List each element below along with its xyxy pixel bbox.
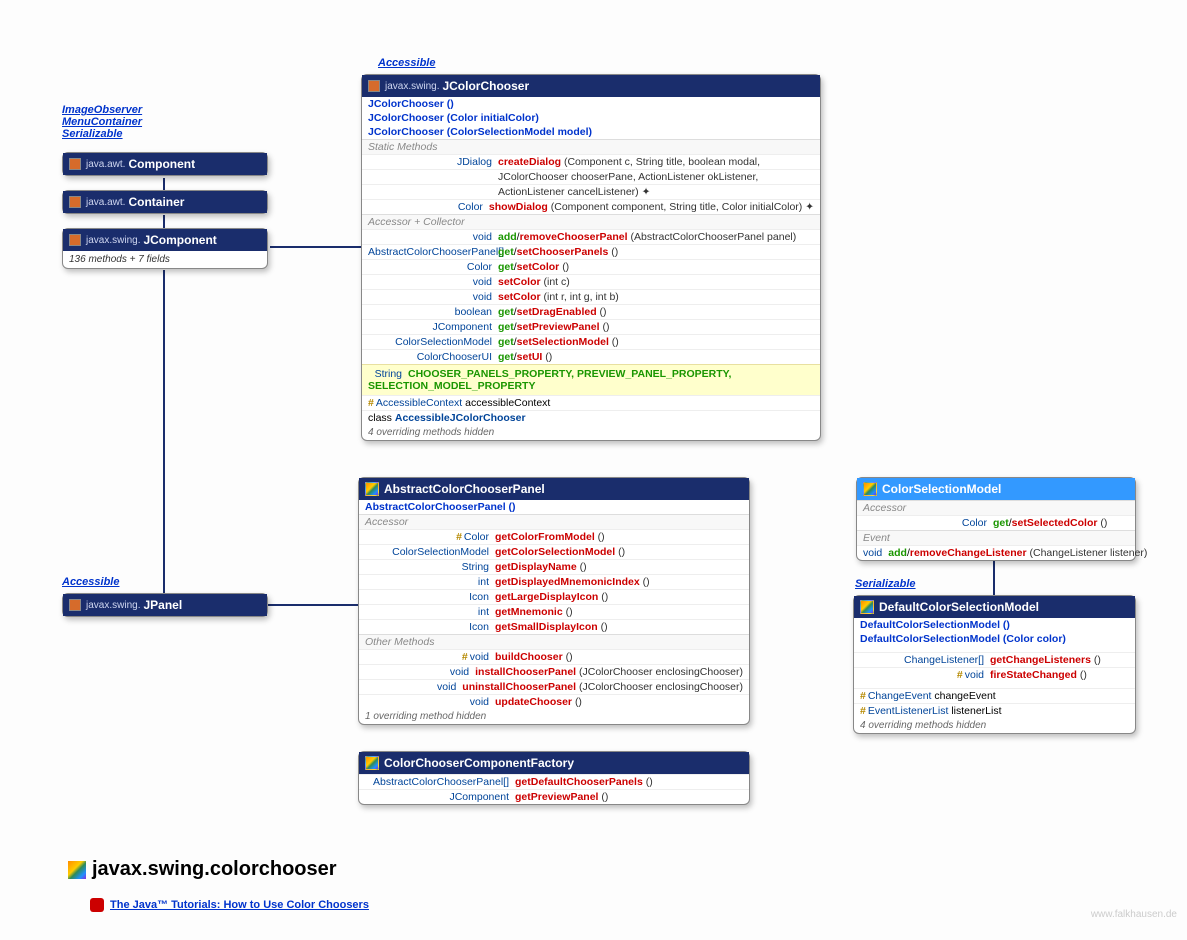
abstractcolorchooserpanel-class: AbstractColorChooserPanel AbstractColorC… [358,477,750,725]
method-row: ColorSelectionModelget/setSelectionModel… [362,334,820,349]
method-row: StringgetDisplayName () [359,559,749,574]
factory-header[interactable]: ColorChooserComponentFactory [359,752,749,774]
method-row: booleanget/setDragEnabled () [362,304,820,319]
constructor: DefaultColorSelectionModel () [854,618,1135,632]
method-row: voidadd/removeChooserPanel (AbstractColo… [362,229,820,244]
method-row: #voidfireStateChanged () [854,667,1135,682]
class-icon [69,599,81,611]
method-row: JComponentgetPreviewPanel () [359,789,749,804]
section-label: Accessor [857,500,1135,515]
method-row: AbstractColorChooserPanel[]getDefaultCho… [359,774,749,789]
accessible-link[interactable]: Accessible [378,57,435,69]
serializable-link[interactable]: Serializable [62,128,123,140]
class-icon [69,234,81,246]
footnote: 4 overriding methods hidden [362,425,820,440]
class-icon [365,756,379,770]
field-row: #AccessibleContext accessibleContext [362,395,820,410]
inner-class-row: class AccessibleJColorChooser [362,410,820,425]
package-title: javax.swing.colorchooser [68,858,337,881]
class-icon [69,196,81,208]
defaultcolorselectionmodel-class: DefaultColorSelectionModel DefaultColorS… [853,595,1136,734]
method-row: ChangeListener[]getChangeListeners () [854,652,1135,667]
section-label: Accessor + Collector [362,214,820,229]
csm-header[interactable]: ColorSelectionModel [857,478,1135,500]
menucontainer-link[interactable]: MenuContainer [62,116,142,128]
component-class[interactable]: java.awt.Component [62,152,268,176]
constructor: JColorChooser () [362,97,820,111]
method-row: voidsetColor (int c) [362,274,820,289]
method-row-cont: JColorChooser chooserPane, ActionListene… [362,169,820,184]
method-row: voidsetColor (int r, int g, int b) [362,289,820,304]
method-row: Colorget/setColor () [362,259,820,274]
jcolorchooser-class: javax.swing.JColorChooser JColorChooser … [361,74,821,441]
method-row: intgetDisplayedMnemonicIndex () [359,574,749,589]
constructor: JColorChooser (Color initialColor) [362,111,820,125]
constructor: JColorChooser (ColorSelectionModel model… [362,125,820,139]
colorselectionmodel-interface: ColorSelectionModel Accessor Colorget/se… [856,477,1136,561]
constructor: AbstractColorChooserPanel () [359,500,749,514]
package-icon [68,861,86,879]
oracle-icon [90,898,104,912]
defcsm-header[interactable]: DefaultColorSelectionModel [854,596,1135,618]
serializable-link-2[interactable]: Serializable [855,578,916,590]
jcomponent-note: 136 methods + 7 fields [63,251,267,268]
method-row: #ColorgetColorFromModel () [359,529,749,544]
imageobserver-link[interactable]: ImageObserver [62,104,142,116]
method-row: ColorSelectionModelgetColorSelectionMode… [359,544,749,559]
class-icon [69,158,81,170]
method-row: Colorget/setSelectedColor () [857,515,1135,530]
method-row: voidadd/removeChangeListener (ChangeList… [857,545,1135,560]
method-row: JDialogcreateDialog (Component c, String… [362,154,820,169]
constants-row: StringCHOOSER_PANELS_PROPERTY, PREVIEW_P… [362,364,820,395]
jcomponent-class[interactable]: javax.swing.JComponent 136 methods + 7 f… [62,228,268,269]
method-row: ColorshowDialog (Component component, St… [362,199,820,214]
method-row: ColorChooserUIget/setUI () [362,349,820,364]
section-label: Static Methods [362,139,820,154]
method-row: #voidbuildChooser () [359,649,749,664]
class-icon [368,80,380,92]
section-label: Other Methods [359,634,749,649]
field-row: #ChangeEvent changeEvent [854,688,1135,703]
footnote: 4 overriding methods hidden [854,718,1135,733]
jcolorchooser-header[interactable]: javax.swing.JColorChooser [362,75,820,97]
class-icon [863,482,877,496]
method-row-cont: ActionListener cancelListener) ✦ [362,184,820,199]
watermark: www.falkhausen.de [1091,909,1177,920]
constructor: DefaultColorSelectionModel (Color color) [854,632,1135,646]
method-row: JComponentget/setPreviewPanel () [362,319,820,334]
accessible-link-2[interactable]: Accessible [62,576,119,588]
section-label: Event [857,530,1135,545]
method-row: IcongetLargeDisplayIcon () [359,589,749,604]
method-row: IcongetSmallDisplayIcon () [359,619,749,634]
method-row: voidupdateChooser () [359,694,749,709]
footnote: 1 overriding method hidden [359,709,749,724]
class-icon [860,600,874,614]
colorchoosercomponentfactory-class: ColorChooserComponentFactory AbstractCol… [358,751,750,805]
method-row: intgetMnemonic () [359,604,749,619]
method-row: AbstractColorChooserPanel[]get/setChoose… [362,244,820,259]
field-row: #EventListenerList listenerList [854,703,1135,718]
abstractpanel-header[interactable]: AbstractColorChooserPanel [359,478,749,500]
jpanel-class[interactable]: javax.swing.JPanel [62,593,268,617]
method-row: voidinstallChooserPanel (JColorChooser e… [359,664,749,679]
section-label: Accessor [359,514,749,529]
tutorial-link[interactable]: The Java™ Tutorials: How to Use Color Ch… [90,898,369,912]
class-icon [365,482,379,496]
method-row: voiduninstallChooserPanel (JColorChooser… [359,679,749,694]
container-class[interactable]: java.awt.Container [62,190,268,214]
